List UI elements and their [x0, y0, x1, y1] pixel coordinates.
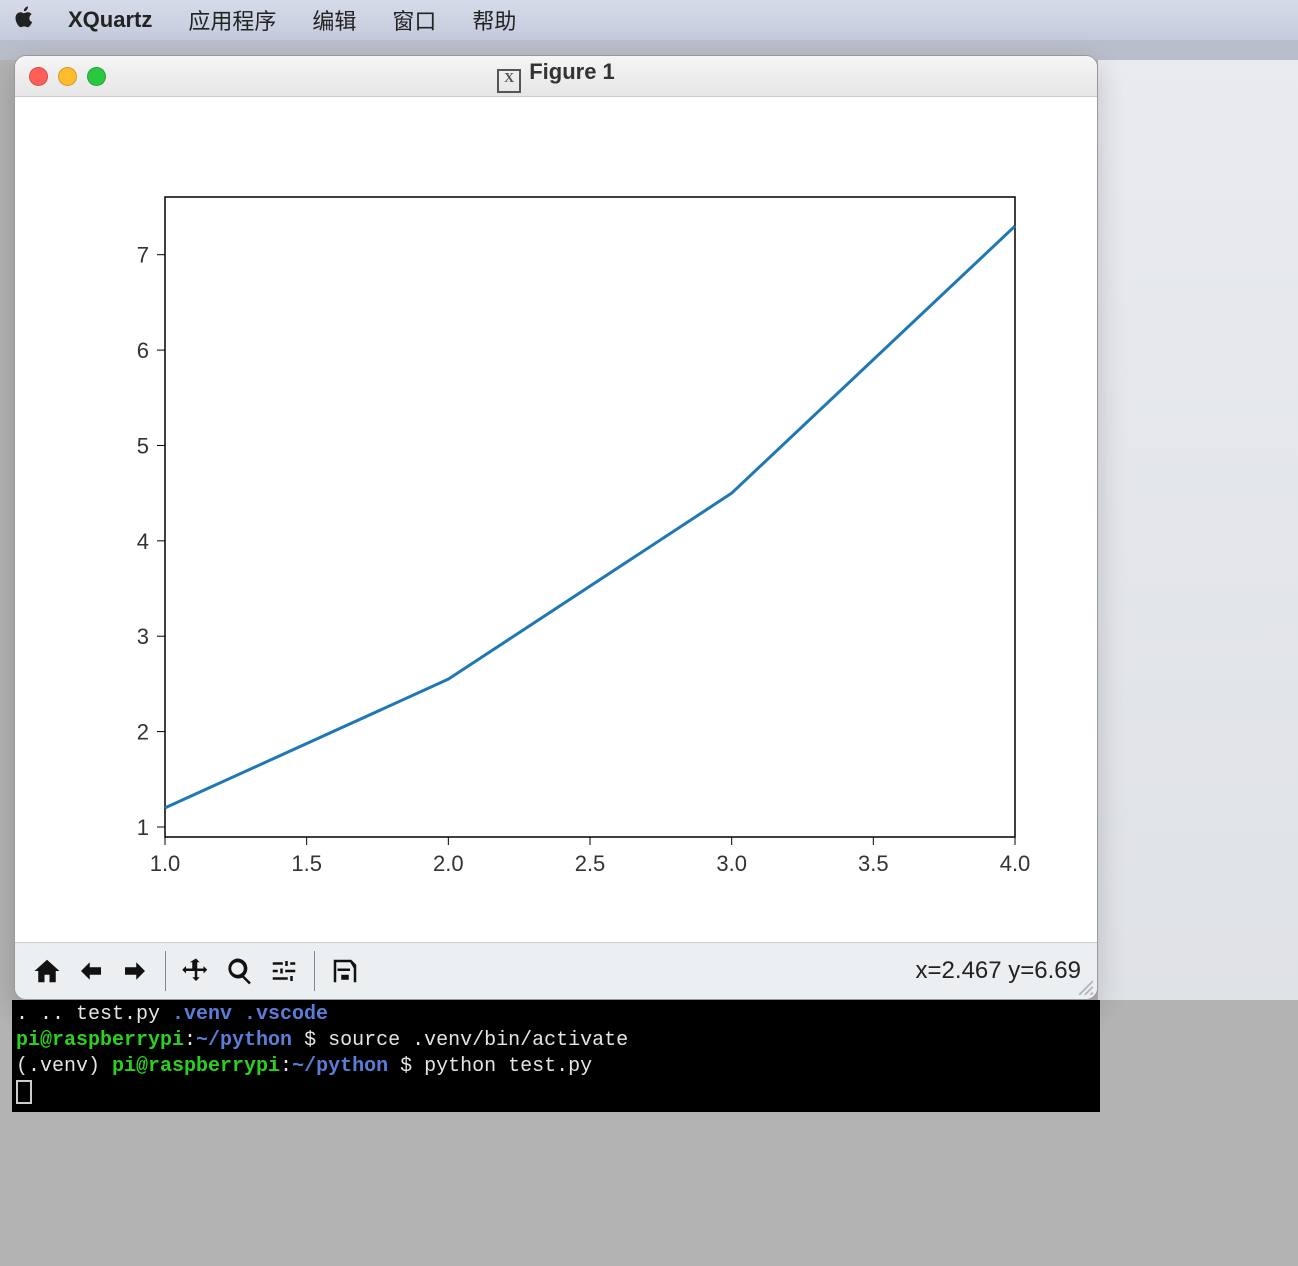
svg-text:4: 4: [137, 529, 149, 554]
terminal-line: (.venv) pi@raspberrypi:~/python $ python…: [16, 1054, 1096, 1080]
maximize-button[interactable]: [87, 67, 106, 86]
line-chart: 1.0 1.5 2.0 2.5 3.0 3.5 4.0 1 2 3 4 5 6 7: [15, 97, 1097, 944]
menubar-item-1[interactable]: 编辑: [294, 4, 374, 36]
pan-button[interactable]: [174, 949, 218, 993]
svg-text:6: 6: [137, 338, 149, 363]
arrow-right-icon: [120, 956, 150, 986]
svg-text:2.5: 2.5: [575, 851, 606, 876]
svg-text:2: 2: [137, 720, 149, 745]
apple-menu[interactable]: [0, 5, 50, 36]
configure-button[interactable]: [262, 949, 306, 993]
svg-text:5: 5: [137, 433, 149, 458]
sliders-icon: [269, 956, 299, 986]
arrow-left-icon: [76, 956, 106, 986]
terminal[interactable]: . .. test.py .venv .vscode pi@raspberryp…: [12, 1000, 1100, 1112]
zoom-button[interactable]: [218, 949, 262, 993]
back-button[interactable]: [69, 949, 113, 993]
toolbar-separator: [314, 951, 315, 991]
svg-text:1.0: 1.0: [150, 851, 181, 876]
home-icon: [32, 956, 62, 986]
svg-text:7: 7: [137, 243, 149, 268]
save-button[interactable]: [323, 949, 367, 993]
home-button[interactable]: [25, 949, 69, 993]
resize-grip-icon[interactable]: [1077, 979, 1095, 997]
minimize-button[interactable]: [58, 67, 77, 86]
forward-button[interactable]: [113, 949, 157, 993]
traffic-lights: [29, 67, 106, 86]
svg-text:1.5: 1.5: [291, 851, 322, 876]
svg-text:3.0: 3.0: [716, 851, 747, 876]
terminal-line: . .. test.py .venv .vscode: [16, 1002, 1096, 1028]
x11-icon: X: [497, 69, 521, 93]
toolbar-separator: [165, 951, 166, 991]
window-title: Figure 1: [529, 59, 615, 84]
menubar-item-0[interactable]: 应用程序: [170, 4, 294, 36]
svg-text:3: 3: [137, 624, 149, 649]
apple-icon: [13, 5, 37, 29]
cursor-coordinates: x=2.467 y=6.69: [916, 957, 1081, 985]
window-titlebar[interactable]: X Figure 1: [15, 56, 1097, 97]
move-icon: [181, 956, 211, 986]
plot-canvas[interactable]: 1.0 1.5 2.0 2.5 3.0 3.5 4.0 1 2 3 4 5 6 7: [15, 97, 1097, 942]
svg-text:1: 1: [137, 815, 149, 840]
terminal-cursor-line: [16, 1080, 1096, 1110]
svg-text:4.0: 4.0: [1000, 851, 1031, 876]
magnifier-icon: [225, 956, 255, 986]
mac-menubar: XQuartz 应用程序 编辑 窗口 帮助: [0, 0, 1298, 40]
background-window: [1098, 40, 1298, 1000]
matplotlib-toolbar: x=2.467 y=6.69: [15, 942, 1097, 999]
menubar-item-2[interactable]: 窗口: [374, 4, 454, 36]
save-icon: [330, 956, 360, 986]
terminal-line: pi@raspberrypi:~/python $ source .venv/b…: [16, 1028, 1096, 1054]
svg-text:2.0: 2.0: [433, 851, 464, 876]
menubar-app[interactable]: XQuartz: [50, 7, 170, 33]
figure-window: X Figure 1 1.0 1.5 2.0 2.5 3.0 3.5 4.0 1 2 3 4 5 6 7 x…: [14, 55, 1098, 1000]
menubar-item-3[interactable]: 帮助: [454, 4, 534, 36]
close-button[interactable]: [29, 67, 48, 86]
svg-text:3.5: 3.5: [858, 851, 889, 876]
